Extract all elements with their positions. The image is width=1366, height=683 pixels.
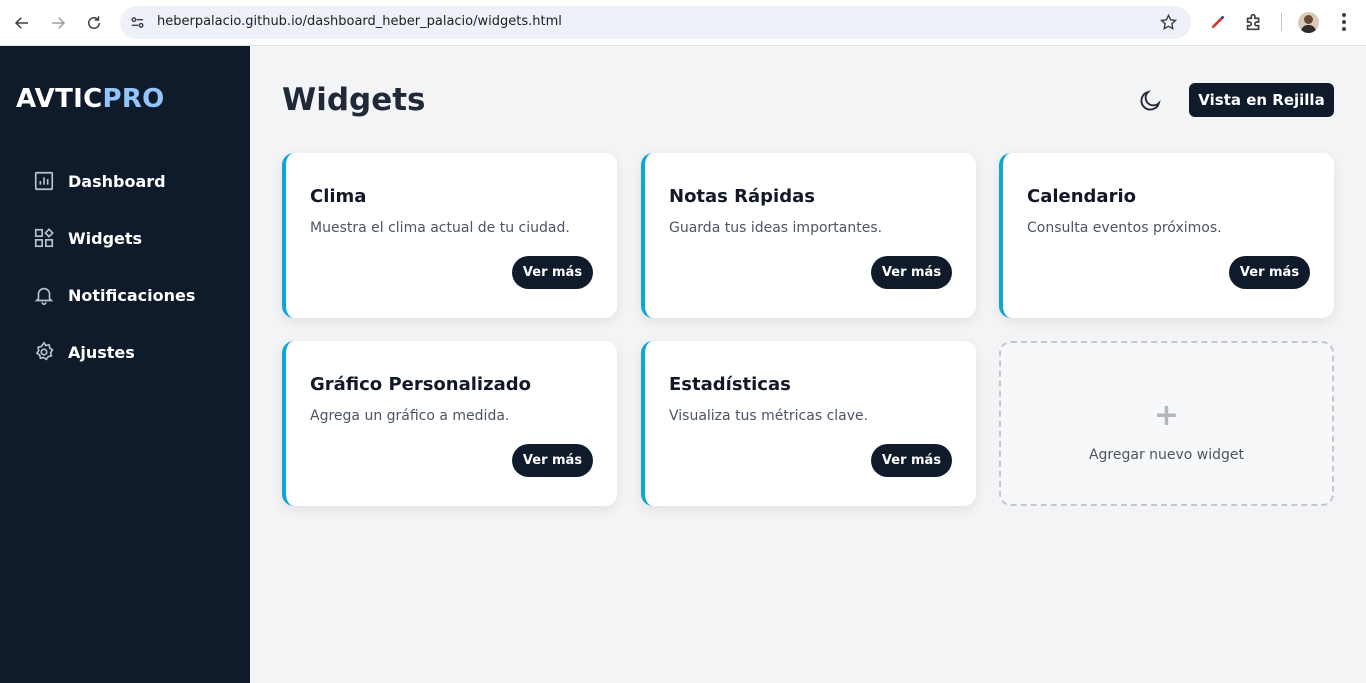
page-title: Widgets: [282, 82, 426, 118]
sidebar-item-label: Widgets: [68, 228, 143, 248]
card-description: Visualiza tus métricas clave.: [669, 408, 869, 424]
bar-chart-icon: [34, 171, 54, 191]
card-title: Estadísticas: [669, 374, 791, 395]
pen-extension-icon[interactable]: [1207, 11, 1229, 33]
ver-mas-button[interactable]: Ver más: [512, 256, 593, 289]
sidebar-item-ajustes[interactable]: Ajustes: [33, 339, 233, 365]
logo[interactable]: AVTICPRO: [16, 84, 165, 114]
bell-icon: [34, 287, 54, 305]
card-title: Calendario: [1027, 186, 1136, 207]
ver-mas-button[interactable]: Ver más: [1229, 256, 1310, 289]
logo-text-main: AVTIC: [16, 84, 103, 114]
ver-mas-button[interactable]: Ver más: [871, 256, 952, 289]
site-settings-icon[interactable]: [129, 14, 146, 31]
logo-text-accent: PRO: [102, 84, 165, 114]
toolbar-divider: [1281, 13, 1282, 31]
widgets-icon: [34, 228, 54, 248]
address-bar[interactable]: heberpalacio.github.io/dashboard_heber_p…: [120, 6, 1191, 39]
sidebar: AVTICPRO Dashboard Widgets Notificacione…: [0, 46, 250, 683]
sidebar-item-widgets[interactable]: Widgets: [33, 225, 233, 251]
sidebar-item-label: Ajustes: [68, 342, 135, 362]
grid-view-button[interactable]: Vista en Rejilla: [1189, 83, 1334, 117]
add-widget-label: Agregar nuevo widget: [1088, 447, 1245, 463]
widget-card-notas: Notas Rápidas Guarda tus ideas important…: [641, 153, 976, 318]
ver-mas-button[interactable]: Ver más: [512, 444, 593, 477]
moon-icon[interactable]: [1138, 88, 1163, 113]
back-icon[interactable]: [8, 9, 36, 37]
card-description: Agrega un gráfico a medida.: [310, 408, 510, 424]
card-title: Gráfico Personalizado: [310, 374, 531, 395]
widget-card-grafico: Gráfico Personalizado Agrega un gráfico …: [282, 341, 617, 506]
card-title: Notas Rápidas: [669, 186, 815, 207]
add-widget-card[interactable]: + Agregar nuevo widget: [999, 341, 1334, 506]
bookmark-star-icon[interactable]: [1159, 13, 1178, 32]
card-description: Guarda tus ideas importantes.: [669, 220, 883, 236]
widget-card-estadisticas: Estadísticas Visualiza tus métricas clav…: [641, 341, 976, 506]
sidebar-item-label: Notificaciones: [68, 285, 196, 305]
forward-icon[interactable]: [44, 9, 72, 37]
reload-icon[interactable]: [80, 9, 108, 37]
plus-icon: +: [1153, 398, 1180, 433]
card-title: Clima: [310, 186, 367, 207]
ver-mas-button[interactable]: Ver más: [871, 444, 952, 477]
card-description: Muestra el clima actual de tu ciudad.: [310, 220, 570, 236]
url-text[interactable]: heberpalacio.github.io/dashboard_heber_p…: [157, 14, 562, 29]
card-description: Consulta eventos próximos.: [1027, 220, 1222, 236]
more-menu-icon[interactable]: [1336, 11, 1352, 33]
gear-icon: [35, 341, 54, 361]
profile-avatar[interactable]: [1298, 12, 1319, 33]
sidebar-item-label: Dashboard: [68, 171, 166, 191]
widget-card-calendario: Calendario Consulta eventos próximos. Ve…: [999, 153, 1334, 318]
extensions-puzzle-icon[interactable]: [1243, 11, 1265, 33]
sidebar-item-dashboard[interactable]: Dashboard: [33, 168, 233, 194]
browser-toolbar: heberpalacio.github.io/dashboard_heber_p…: [0, 0, 1366, 46]
sidebar-item-notificaciones[interactable]: Notificaciones: [33, 282, 233, 308]
widget-card-clima: Clima Muestra el clima actual de tu ciud…: [282, 153, 617, 318]
